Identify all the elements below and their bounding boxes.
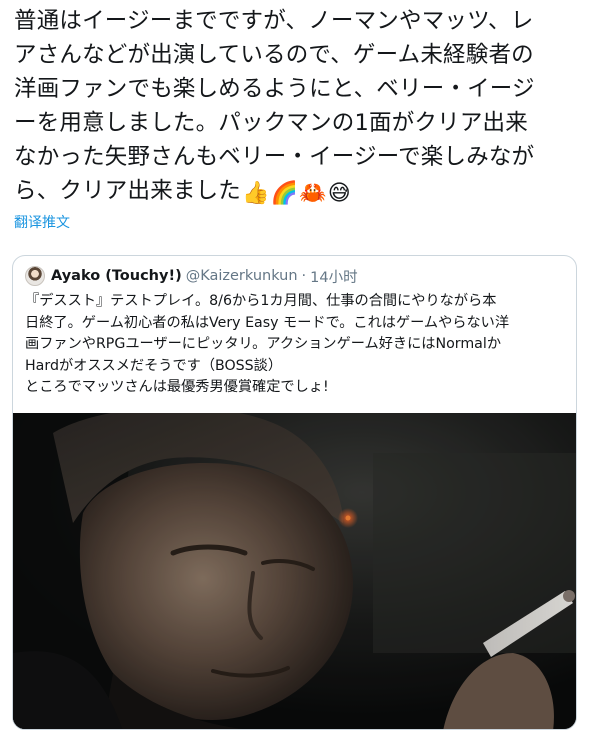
rainbow-icon: 🌈 — [270, 181, 299, 206]
tweet-line: 普通はイージーまでですが、ノーマンやマッツ、レ — [14, 8, 534, 34]
avatar[interactable] — [25, 266, 45, 286]
quoted-author-name[interactable]: Ayako (Touchy!) — [51, 268, 182, 284]
tweet-line: 洋画ファンでも楽しめるようにと、ベリー・イージ — [14, 76, 535, 102]
tweet-line: ら、クリア出来ました — [14, 178, 242, 204]
tweet-line: ーを用意しました。パックマンの1面がクリア出来 — [14, 110, 528, 136]
separator-dot: · — [301, 268, 307, 284]
game-screenshot-image — [13, 413, 576, 729]
tweet-last-line: ら、クリア出来ました👍🌈🦀😅 — [14, 174, 586, 211]
tweet-text: 普通はイージーまでですが、ノーマンやマッツ、レ アさんなどが出演しているので、ゲ… — [14, 4, 586, 211]
quoted-line: ところでマッツさんは最優秀男優賞確定でしょ! — [25, 379, 329, 395]
crab-icon: 🦀 — [299, 181, 327, 206]
quoted-tweet-image[interactable] — [13, 413, 576, 729]
thumbs-up-icon: 👍 — [242, 181, 270, 206]
tweet-page: 普通はイージーまでですが、ノーマンやマッツ、レ アさんなどが出演しているので、ゲ… — [0, 0, 591, 742]
quoted-line: Hardがオススメだそうです（BOSS談） — [25, 357, 283, 374]
sweat-smile-icon: 😅 — [327, 181, 351, 206]
translate-tweet-link[interactable]: 翻译推文 — [14, 212, 70, 232]
quoted-line: 『デススト』テストプレイ。8/6から1カ月間、仕事の合間にやりながら本 — [25, 293, 497, 309]
quoted-timestamp[interactable]: 14小时 — [310, 266, 357, 287]
quoted-line: 画ファンやRPGユーザーにピッタリ。アクションゲーム好きにはNormalか — [25, 336, 502, 352]
quoted-tweet-card[interactable]: Ayako (Touchy!) @Kaizerkunkun · 14小时 『デス… — [12, 255, 577, 730]
tweet-line: アさんなどが出演しているので、ゲーム未経験者の — [14, 42, 534, 68]
tweet-line: なかった矢野さんもベリー・イージーで楽しみなが — [14, 144, 535, 170]
quoted-tweet-header: Ayako (Touchy!) @Kaizerkunkun · 14小时 — [25, 266, 358, 286]
quoted-tweet-text: 『デススト』テストプレイ。8/6から1カ月間、仕事の合間にやりながら本 日終了。… — [25, 291, 570, 399]
quoted-line: 日終了。ゲーム初心者の私はVery Easy モードで。これはゲームやらない洋 — [25, 314, 510, 331]
quoted-author-handle[interactable]: @Kaizerkunkun — [186, 268, 298, 284]
